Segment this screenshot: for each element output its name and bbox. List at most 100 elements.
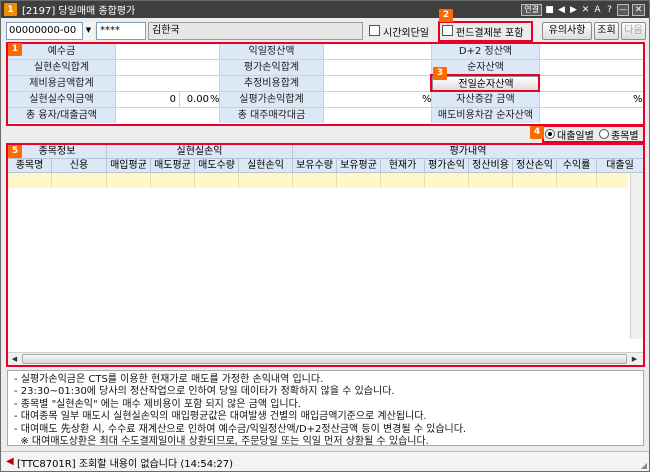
summary-value bbox=[540, 92, 633, 107]
grid-cell bbox=[8, 173, 52, 188]
summary-value bbox=[324, 108, 432, 123]
minimize-button[interactable]: — bbox=[617, 3, 629, 16]
summary-value bbox=[540, 108, 643, 123]
grid-group-header-row: 종목정보 실현실손익 평가내역 bbox=[8, 145, 643, 159]
notice-button[interactable]: 유의사항 bbox=[542, 22, 592, 40]
notes-panel: - 실평가손익금은 CTS를 이용한 현재가로 매도를 가정한 손익내역 입니다… bbox=[7, 370, 644, 448]
prev-icon[interactable]: ◀ bbox=[557, 5, 566, 15]
summary-label: 실평가손익합계 bbox=[220, 92, 324, 107]
next-button[interactable]: 다음 bbox=[621, 22, 646, 40]
fund-settle-checkbox[interactable] bbox=[442, 25, 453, 36]
column-header[interactable]: 매도평균 bbox=[151, 159, 195, 172]
summary-value bbox=[540, 60, 643, 75]
radio-by-stock[interactable] bbox=[599, 129, 609, 139]
grid-cell bbox=[52, 173, 107, 188]
summary-value bbox=[540, 76, 643, 91]
tools-icon[interactable]: ✕ bbox=[581, 5, 590, 15]
callout-badge-2: 2 bbox=[439, 9, 453, 22]
scroll-left-icon[interactable]: ◀ bbox=[8, 353, 21, 365]
column-header[interactable]: 현재가 bbox=[381, 159, 425, 172]
percent-sign: % bbox=[422, 92, 432, 107]
column-header[interactable]: 정산손익 bbox=[513, 159, 557, 172]
callout-badge-1: 1 bbox=[8, 43, 22, 56]
radio-by-stock-label: 종목별 bbox=[611, 131, 639, 142]
summary-row: 예수금 익일정산액 D+2 정산액 bbox=[8, 44, 643, 60]
column-header[interactable]: 보유평균 bbox=[337, 159, 381, 172]
grid-cell bbox=[337, 173, 381, 188]
column-header[interactable]: 수익률 bbox=[557, 159, 597, 172]
summary-value bbox=[324, 76, 432, 91]
note-line: - 실평가손익금은 CTS를 이용한 현재가로 매도를 가정한 손익내역 입니다… bbox=[14, 374, 324, 385]
scroll-thumb[interactable] bbox=[22, 354, 627, 364]
summary-value bbox=[116, 108, 220, 123]
grid-cell bbox=[151, 173, 195, 188]
column-header[interactable]: 종목명 bbox=[8, 159, 52, 172]
speaker-icon[interactable]: ◀ bbox=[6, 456, 14, 467]
column-header[interactable]: 보유수량 bbox=[293, 159, 337, 172]
column-header[interactable]: 매도수량 bbox=[195, 159, 239, 172]
tool-icon-1[interactable]: ■ bbox=[545, 5, 554, 15]
vertical-scrollbar[interactable] bbox=[630, 173, 643, 339]
summary-label: 총 융자/대출금액 bbox=[8, 108, 116, 123]
summary-value bbox=[540, 44, 643, 59]
app-window: 1 [2197] 당일매매 종합평가 연결 ■ ◀ ▶ ✕ A ? — ✕ 00… bbox=[0, 0, 650, 472]
scroll-right-icon[interactable]: ▶ bbox=[628, 353, 641, 365]
summary-label: 매도비용차감 순자산액 bbox=[432, 108, 540, 123]
summary-value bbox=[116, 60, 220, 75]
column-header[interactable]: 실현손익 bbox=[239, 159, 293, 172]
summary-row: 실현손익합계 평가손익합계 순자산액 bbox=[8, 60, 643, 76]
close-button[interactable]: ✕ bbox=[632, 3, 645, 16]
font-size-icon[interactable]: A bbox=[593, 5, 602, 15]
summary-value bbox=[324, 44, 432, 59]
column-header[interactable]: 평가손익 bbox=[425, 159, 469, 172]
query-button[interactable]: 조회 bbox=[594, 22, 619, 40]
account-holder-name: 김한국 bbox=[148, 22, 363, 40]
help-icon[interactable]: ? bbox=[605, 5, 614, 15]
summary-value bbox=[116, 76, 220, 91]
title-tools: 연결 ■ ◀ ▶ ✕ A ? — ✕ bbox=[521, 3, 645, 16]
chevron-down-icon[interactable]: ▼ bbox=[82, 22, 94, 40]
summary-rate: 0.00 bbox=[180, 92, 210, 107]
grid-cell bbox=[597, 173, 628, 188]
grid-cell bbox=[557, 173, 597, 188]
summary-panel: 예수금 익일정산액 D+2 정산액 실현손익합계 평가손익합계 순자산액 제비용… bbox=[7, 43, 644, 125]
link-button[interactable]: 연결 bbox=[521, 3, 542, 16]
summary-value bbox=[324, 92, 422, 107]
column-header[interactable]: 신용 bbox=[52, 159, 107, 172]
next-icon[interactable]: ▶ bbox=[569, 5, 578, 15]
selected-empty-row[interactable] bbox=[8, 173, 628, 188]
note-line: - 종목별 "실현손익" 에는 매수 제비용이 포함 되지 않은 금액 입니다. bbox=[14, 398, 301, 410]
grid-cell bbox=[107, 173, 151, 188]
resize-grip-icon[interactable]: ◢ bbox=[641, 461, 647, 470]
summary-value bbox=[116, 44, 220, 59]
grid-cell bbox=[195, 173, 239, 188]
note-line: - 23:30~01:30에 당사의 정산작업으로 인하여 당일 데이타가 정확… bbox=[14, 386, 395, 398]
grid-cell bbox=[513, 173, 557, 188]
radio-loan-date[interactable] bbox=[545, 129, 555, 139]
position-grid: 종목정보 실현실손익 평가내역 종목명 신용 매입평균 매도평균 매도수량 실현… bbox=[7, 144, 644, 366]
callout-badge-4: 4 bbox=[530, 126, 544, 139]
grid-cell bbox=[239, 173, 293, 188]
summary-value: 0 bbox=[116, 92, 180, 107]
grid-cell bbox=[381, 173, 425, 188]
after-hours-checkbox[interactable] bbox=[369, 25, 380, 36]
summary-row: 실현실수익금액 0 0.00 % 실평가손익합계 % 자산증감 금액 % bbox=[8, 92, 643, 108]
column-header[interactable]: 정산비용 bbox=[469, 159, 513, 172]
grid-cell bbox=[425, 173, 469, 188]
group-header-stock-info: 종목정보 bbox=[8, 145, 107, 158]
column-header[interactable]: 매입평균 bbox=[107, 159, 151, 172]
prev-day-net-asset-button[interactable]: 전일순자산액 bbox=[432, 76, 540, 91]
password-input[interactable]: **** bbox=[96, 22, 146, 40]
summary-label: 실현실수익금액 bbox=[8, 92, 116, 107]
summary-label: 추정비용합계 bbox=[220, 76, 324, 91]
callout-badge-3: 3 bbox=[433, 67, 447, 80]
fund-settle-label: 펀드결제분 포함 bbox=[456, 28, 524, 39]
horizontal-scrollbar[interactable]: ◀ ▶ bbox=[8, 352, 643, 365]
note-line: ※ 대여매도상환은 최대 수도결제일이내 상환되므로, 주문당일 또는 익일 먼… bbox=[14, 436, 429, 448]
summary-label: 예수금 bbox=[8, 44, 116, 59]
column-header[interactable]: 대출일 bbox=[597, 159, 643, 172]
after-hours-label: 시간외단일 bbox=[383, 28, 429, 39]
group-header-valuation: 평가내역 bbox=[449, 146, 487, 157]
account-select[interactable]: 00000000-00 bbox=[6, 22, 94, 40]
grid-column-header-row: 종목명 신용 매입평균 매도평균 매도수량 실현손익 보유수량 보유평균 현재가… bbox=[8, 159, 643, 173]
